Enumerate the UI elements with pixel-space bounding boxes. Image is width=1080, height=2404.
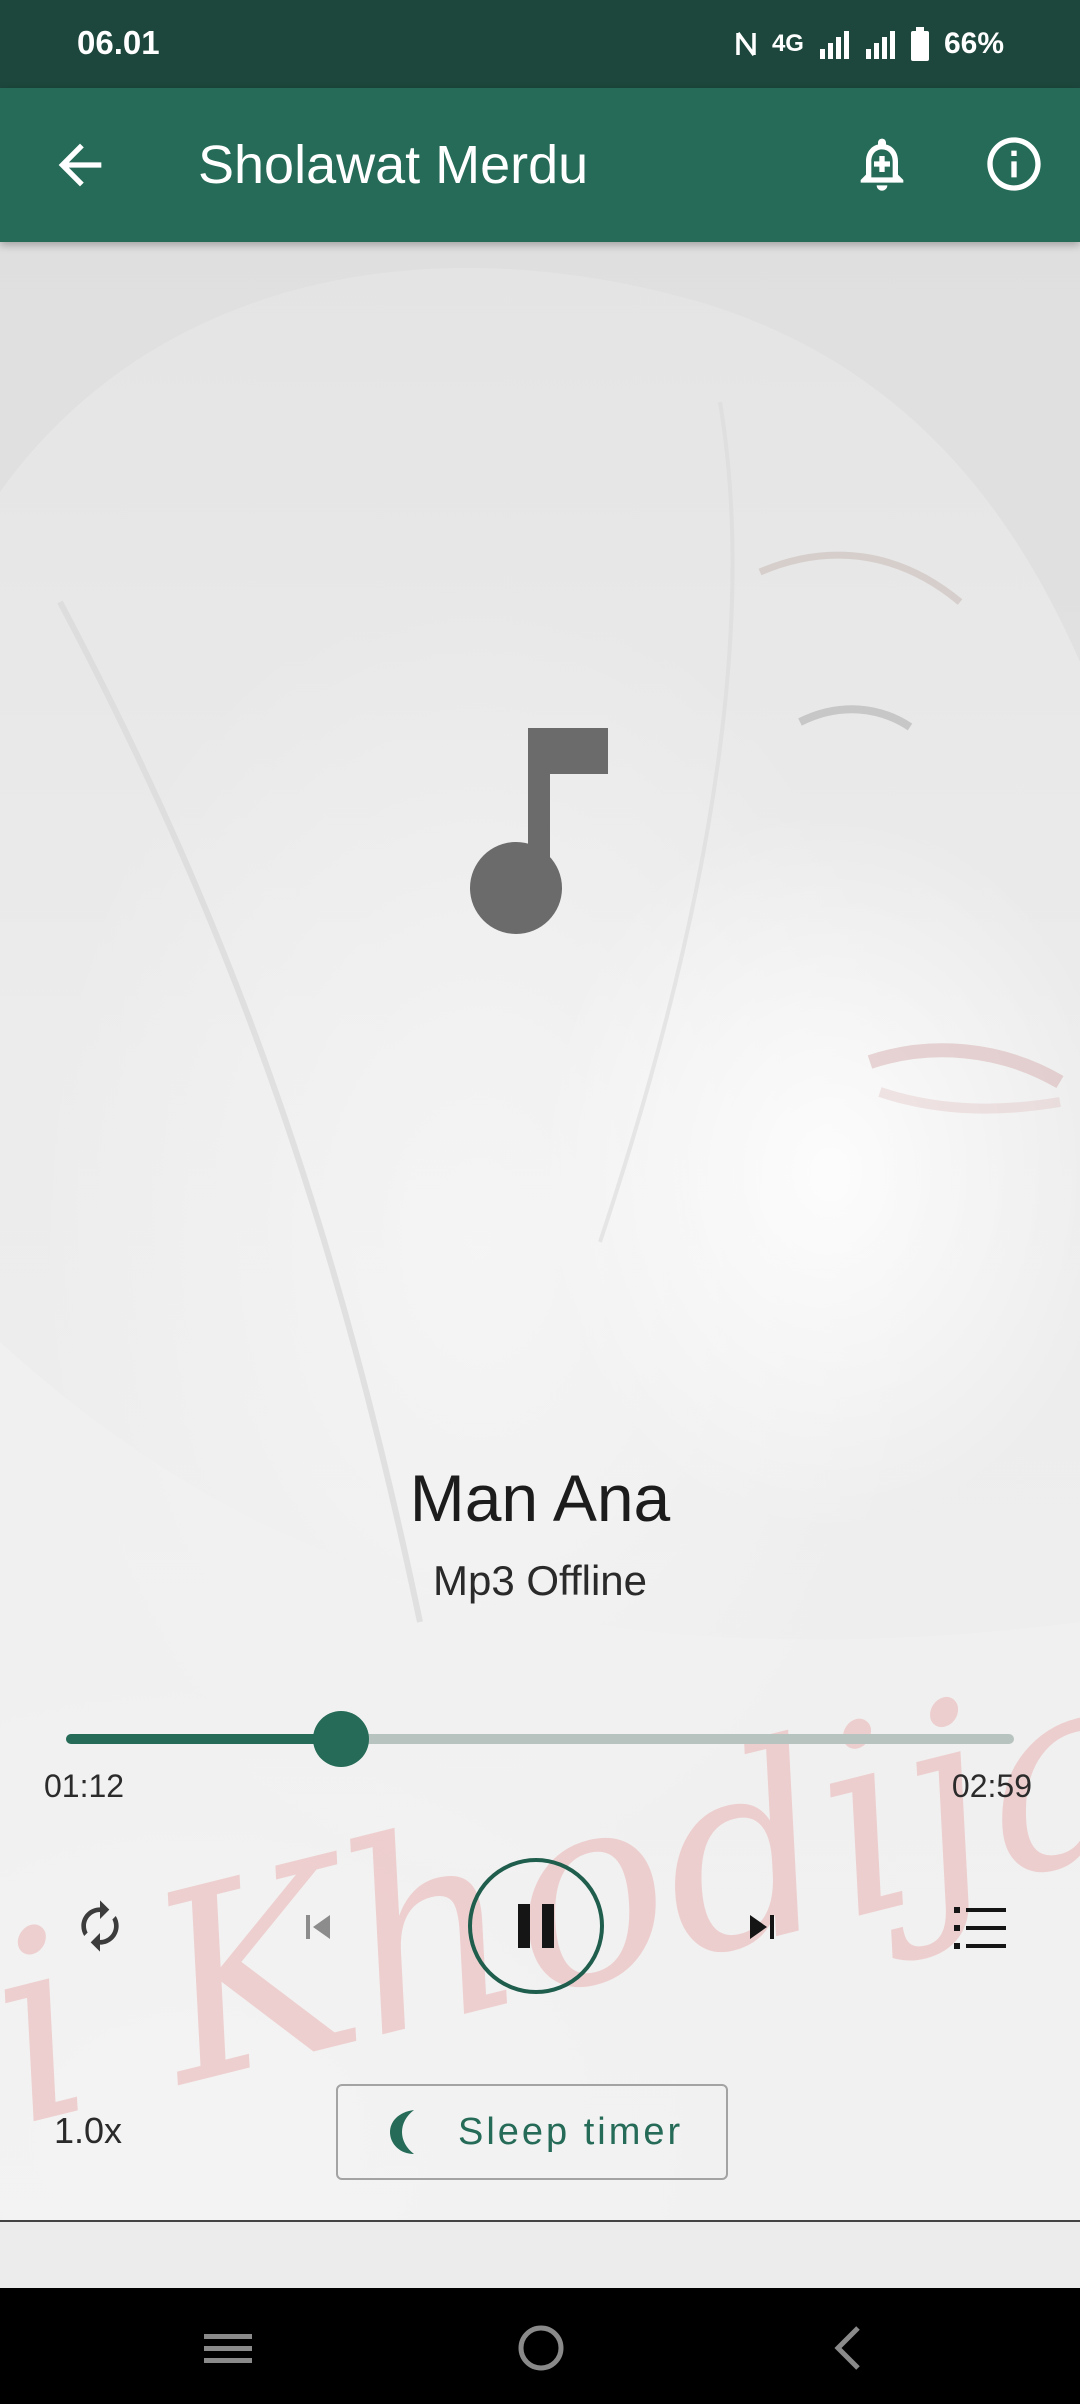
next-icon (750, 1915, 774, 1939)
back-arrow-icon (58, 143, 102, 187)
track-subtitle: Mp3 Offline (433, 1557, 647, 1604)
add-alarm-button[interactable] (850, 132, 914, 196)
status-bar: 06.01 4G 66% (0, 0, 1080, 88)
playlist-button[interactable] (952, 1903, 1008, 1953)
home-button[interactable] (511, 2318, 571, 2378)
status-time: 06.01 (77, 24, 160, 61)
signal-icon (819, 31, 849, 59)
track-title: Man Ana (409, 1461, 671, 1535)
signal-icon (865, 31, 895, 59)
battery-percent: 66% (943, 27, 1004, 60)
total-time: 02:59 (951, 1768, 1032, 1804)
seek-bar-thumb[interactable] (312, 1711, 369, 1767)
sleep-timer-button[interactable]: Sleep timer (336, 2084, 728, 2180)
system-nav-bar (0, 2288, 1080, 2404)
back-icon (834, 2326, 860, 2370)
moon-icon (390, 2110, 414, 2154)
home-icon (518, 2325, 564, 2371)
status-indicators: 4G 66% (734, 24, 1004, 64)
repeat-button[interactable] (72, 1898, 128, 1954)
next-button[interactable] (738, 1903, 786, 1951)
app-bar: Sholawat Merdu (0, 88, 1080, 242)
battery-icon (910, 27, 929, 61)
seek-bar-progress (66, 1734, 341, 1744)
info-icon (987, 137, 1041, 191)
recents-icon (204, 2334, 252, 2363)
seek-bar[interactable] (66, 1711, 1014, 1767)
playlist-icon (954, 1907, 1006, 1949)
alarm-add-icon (860, 138, 904, 191)
repeat-icon (81, 1900, 119, 1952)
bottom-strip (0, 2222, 1080, 2288)
info-button[interactable] (982, 132, 1046, 196)
play-pause-button[interactable] (468, 1858, 604, 1994)
back-button[interactable] (48, 133, 112, 197)
recents-button[interactable] (198, 2318, 258, 2378)
page-title: Sholawat Merdu (198, 135, 589, 195)
pause-icon (518, 1904, 554, 1948)
previous-button[interactable] (294, 1903, 342, 1951)
nfc-icon (736, 31, 756, 57)
system-back-button[interactable] (820, 2318, 880, 2378)
sleep-timer-label: Sleep timer (458, 2110, 684, 2153)
playback-speed-button[interactable]: 1.0x (54, 2110, 122, 2152)
current-time: 01:12 (44, 1768, 125, 1804)
music-note-icon (470, 728, 608, 934)
previous-icon (306, 1915, 330, 1939)
network-type: 4G (771, 30, 804, 57)
